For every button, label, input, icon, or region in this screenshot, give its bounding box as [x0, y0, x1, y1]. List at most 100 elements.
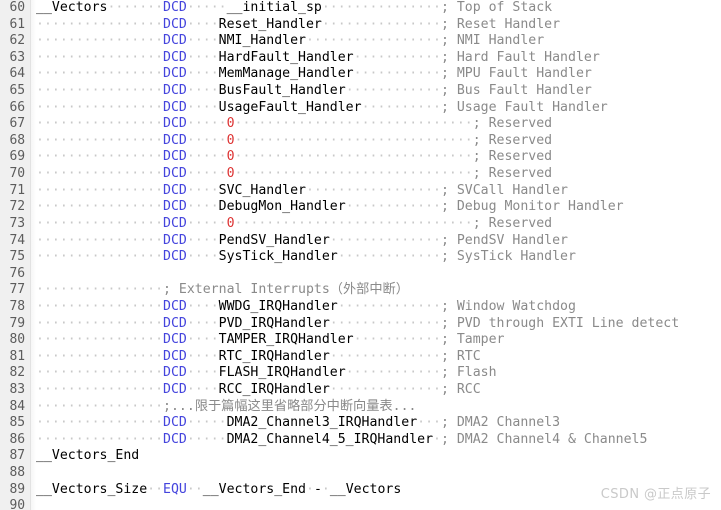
code-line[interactable]: 83 ················DCD····RCC_IRQHandler·… — [0, 382, 721, 399]
code-line[interactable]: 79 ················DCD····PVD_IRQHandler·… — [0, 316, 721, 333]
code-line-content[interactable]: ················DCD····SVC_Handler······… — [36, 183, 568, 200]
code-line-content[interactable]: ················DCD····UsageFault_Handle… — [36, 100, 608, 117]
whitespace-dots: ················ — [36, 215, 164, 231]
code-line-content[interactable]: ················; External Interrupts（外部… — [36, 282, 409, 299]
code-line[interactable]: 72 ················DCD····DebugMon_Handle… — [0, 199, 721, 216]
number-token: 0 — [226, 132, 235, 148]
whitespace-dots: ···· — [186, 49, 219, 65]
code-line-content[interactable]: ················;...限于篇幅这里省略部分中断向量表... — [36, 399, 416, 416]
code-lines-container[interactable]: 60 __Vectors·······DCD·····__initial_sp··… — [0, 0, 721, 510]
whitespace-dots: ················ — [36, 199, 164, 215]
identifier-token: - — [313, 481, 322, 497]
code-line[interactable]: 63 ················DCD····HardFault_Handl… — [0, 50, 721, 67]
whitespace-dots: · — [305, 481, 314, 497]
identifier-token: __Vectors — [329, 481, 402, 497]
code-line[interactable]: 74 ················DCD····PendSV_Handler·… — [0, 233, 721, 250]
whitespace-dots: ···· — [186, 199, 219, 215]
code-line[interactable]: 65 ················DCD····BusFault_Handle… — [0, 83, 721, 100]
code-line[interactable]: 81 ················DCD····RTC_IRQHandler·… — [0, 349, 721, 366]
code-line[interactable]: 69 ················DCD·····0·············… — [0, 149, 721, 166]
comment-token: ; SVCall Handler — [440, 182, 569, 198]
code-line-content[interactable]: __Vectors_End — [36, 448, 139, 465]
code-line[interactable]: 66 ················DCD····UsageFault_Hand… — [0, 100, 721, 117]
code-line-content[interactable]: ················DCD·····0···············… — [36, 149, 552, 166]
code-line-content[interactable]: ················DCD····RCC_IRQHandler···… — [36, 382, 481, 399]
code-line[interactable]: 73 ················DCD·····0·············… — [0, 216, 721, 233]
code-line[interactable]: 80 ················DCD····TAMPER_IRQHandl… — [0, 332, 721, 349]
code-line-content[interactable]: ················DCD·····0···············… — [36, 216, 552, 233]
code-line[interactable]: 60 __Vectors·······DCD·····__initial_sp··… — [0, 0, 721, 17]
code-line-content[interactable]: __Vectors_Size··EQU··__Vectors_End·-·__V… — [36, 482, 401, 499]
whitespace-dots: ················ — [36, 282, 164, 298]
code-line[interactable]: 88 — [0, 465, 721, 482]
line-number: 87 — [9, 448, 26, 464]
code-line[interactable]: 67 ················DCD·····0·············… — [0, 116, 721, 133]
code-line[interactable]: 75 ················DCD····SysTick_Handler… — [0, 249, 721, 266]
comment-token: ; Reset Handler — [440, 16, 561, 32]
comment-token: ; Tamper — [440, 332, 505, 348]
identifier-token: DMA2_Channel3_IRQHandler — [226, 415, 418, 431]
keyword-token: EQU — [163, 481, 187, 497]
code-line[interactable]: 71 ················DCD····SVC_Handler····… — [0, 183, 721, 200]
keyword-token: DCD — [163, 0, 187, 15]
code-line[interactable]: 70 ················DCD·····0·············… — [0, 166, 721, 183]
whitespace-dots: ················ — [36, 398, 164, 414]
comment-token: ; Bus Fault Handler — [440, 83, 592, 99]
code-line[interactable]: 84 ················;...限于篇幅这里省略部分中断向量表... — [0, 399, 721, 416]
whitespace-dots: ···· — [186, 16, 219, 32]
code-line-content[interactable]: ················DCD·····DMA2_Channel4_5_… — [36, 432, 647, 449]
code-line[interactable]: 78 ················DCD····WWDG_IRQHandler… — [0, 299, 721, 316]
identifier-token: SysTick_Handler — [218, 249, 338, 265]
whitespace-dots: ················ — [36, 315, 164, 331]
code-line-content[interactable]: ················DCD·····0···············… — [36, 116, 552, 133]
line-number: 68 — [9, 132, 26, 148]
whitespace-dots: ···· — [186, 348, 219, 364]
code-line-content[interactable]: ················DCD····SysTick_Handler··… — [36, 249, 576, 266]
code-line-content[interactable]: __Vectors·······DCD·····__initial_sp····… — [36, 0, 552, 17]
whitespace-dots: ···· — [186, 315, 219, 331]
whitespace-dots: ················ — [36, 182, 164, 198]
code-editor[interactable]: 60 __Vectors·······DCD·····__initial_sp··… — [0, 0, 721, 510]
keyword-token: DCD — [163, 66, 187, 82]
code-line[interactable]: 87 __Vectors_End — [0, 448, 721, 465]
code-line-content[interactable]: ················DCD····FLASH_IRQHandler·… — [36, 365, 497, 382]
code-line-content[interactable]: ················DCD····BusFault_Handler·… — [36, 83, 592, 100]
code-line[interactable]: 61 ················DCD····Reset_Handler··… — [0, 17, 721, 34]
code-line-content[interactable]: ················DCD····WWDG_IRQHandler··… — [36, 299, 576, 316]
code-line-content[interactable]: ················DCD·····0···············… — [36, 133, 552, 150]
whitespace-dots: · — [433, 431, 441, 447]
keyword-token: DCD — [163, 215, 187, 231]
code-line-content[interactable]: ················DCD·····0···············… — [36, 166, 552, 183]
code-line-content[interactable]: ················DCD····TAMPER_IRQHandler… — [36, 332, 505, 349]
whitespace-dots: ····· — [186, 149, 227, 165]
code-line[interactable]: 76 — [0, 266, 721, 283]
keyword-token: DCD — [163, 83, 187, 99]
code-line-content[interactable]: ················DCD·····DMA2_Channel3_IR… — [36, 415, 560, 432]
whitespace-dots: ················ — [36, 33, 164, 49]
code-line-content[interactable]: ················DCD····PVD_IRQHandler···… — [36, 316, 679, 333]
code-line[interactable]: 68 ················DCD·····0·············… — [0, 133, 721, 150]
whitespace-dots: ·············· — [329, 382, 441, 398]
whitespace-dots: ················ — [36, 332, 164, 348]
code-line[interactable]: 62 ················DCD····NMI_Handler····… — [0, 33, 721, 50]
code-line-content[interactable]: ················DCD····Reset_Handler····… — [36, 17, 560, 34]
code-line-content[interactable]: ················DCD····MemManage_Handler… — [36, 66, 592, 83]
code-line[interactable]: 82 ················DCD····FLASH_IRQHandle… — [0, 365, 721, 382]
code-line-content[interactable]: ················DCD····RTC_IRQHandler···… — [36, 349, 481, 366]
code-line-content[interactable]: ················DCD····NMI_Handler······… — [36, 33, 544, 50]
code-line[interactable]: 86 ················DCD·····DMA2_Channel4_… — [0, 432, 721, 449]
line-number: 76 — [9, 265, 26, 281]
number-token: 0 — [226, 149, 235, 165]
code-line-content[interactable]: ················DCD····DebugMon_Handler·… — [36, 199, 624, 216]
code-line-content[interactable]: ················DCD····PendSV_Handler···… — [36, 233, 568, 250]
code-line[interactable]: 85 ················DCD·····DMA2_Channel3_… — [0, 415, 721, 432]
code-line-content[interactable]: ················DCD····HardFault_Handler… — [36, 50, 600, 67]
code-line[interactable]: 64 ················DCD····MemManage_Handl… — [0, 66, 721, 83]
whitespace-dots: ······························ — [234, 132, 473, 148]
whitespace-dots: ···· — [186, 83, 219, 99]
whitespace-dots: ·· — [147, 481, 164, 497]
code-line[interactable]: 77 ················; External Interrupts（… — [0, 282, 721, 299]
identifier-token: NMI_Handler — [218, 33, 306, 49]
line-number: 78 — [9, 298, 26, 314]
comment-token: ; Top of Stack — [440, 0, 553, 15]
